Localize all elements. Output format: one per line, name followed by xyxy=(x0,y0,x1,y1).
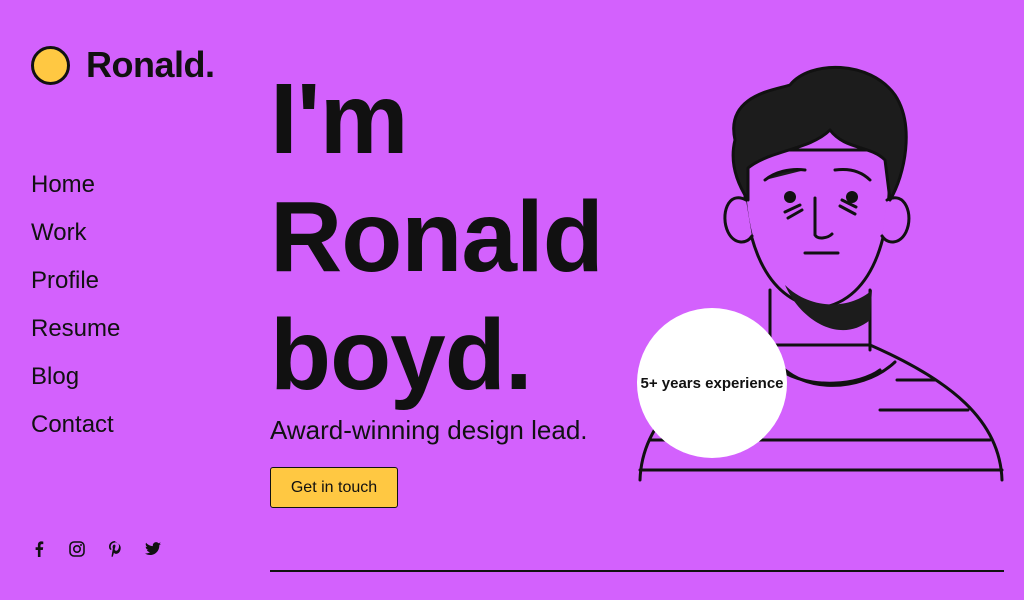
hero-line-2: Ronald xyxy=(270,181,604,293)
section-divider xyxy=(270,570,1004,572)
hero-subtitle: Award-winning design lead. xyxy=(270,415,588,445)
brand[interactable]: Ronald. xyxy=(31,44,215,86)
nav-item-work[interactable]: Work xyxy=(31,216,120,264)
social-links xyxy=(30,540,162,558)
facebook-icon[interactable] xyxy=(30,540,48,558)
twitter-icon[interactable] xyxy=(144,540,162,558)
get-in-touch-button[interactable]: Get in touch xyxy=(270,467,398,508)
brand-logo-dot xyxy=(31,45,70,85)
instagram-icon[interactable] xyxy=(68,540,86,558)
nav-item-contact[interactable]: Contact xyxy=(31,408,120,456)
nav-item-home[interactable]: Home xyxy=(31,168,120,216)
pinterest-icon[interactable] xyxy=(106,540,124,558)
nav-item-resume[interactable]: Resume xyxy=(31,312,120,360)
main-nav: Home Work Profile Resume Blog Contact xyxy=(31,168,120,456)
hero-line-1: I'm xyxy=(270,63,408,175)
hero-line-3: boyd. xyxy=(270,299,533,411)
brand-name: Ronald. xyxy=(86,44,215,85)
experience-badge: 5+ years experience xyxy=(637,308,787,458)
nav-item-blog[interactable]: Blog xyxy=(31,360,120,408)
nav-item-profile[interactable]: Profile xyxy=(31,264,120,312)
hero-headline: I'm Ronald boyd. xyxy=(270,60,604,414)
